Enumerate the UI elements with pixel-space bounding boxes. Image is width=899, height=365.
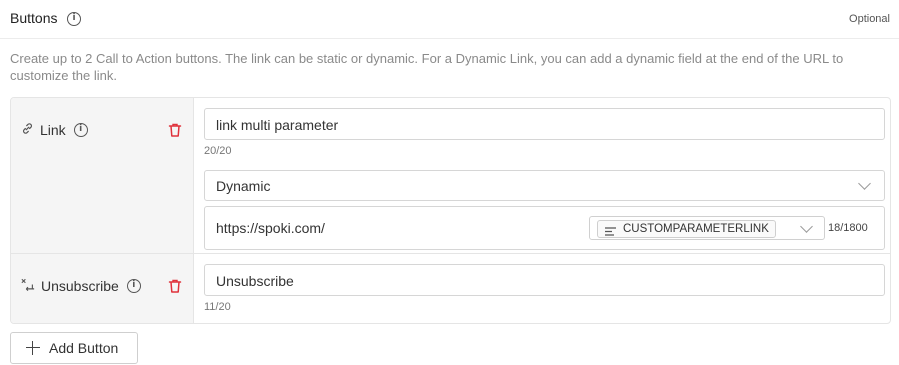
delete-button-icon[interactable] — [167, 278, 183, 294]
button-text-input[interactable]: link multi parameter — [204, 108, 885, 140]
info-icon[interactable]: i — [73, 123, 88, 137]
button-text-value: link multi parameter — [216, 117, 339, 133]
dynamic-field-chip: CUSTOMPARAMETERLINK — [597, 220, 776, 238]
button-text-input[interactable]: Unsubscribe — [204, 264, 885, 296]
button-type-label: Link — [40, 122, 66, 138]
text-lines-icon — [605, 225, 616, 236]
info-icon[interactable]: i — [67, 12, 81, 26]
buttons-list: Link i link multi parameter 20/20 Dynami… — [10, 97, 891, 324]
add-button-label: Add Button — [49, 340, 119, 356]
row-divider — [11, 253, 890, 254]
button-text-counter: 20/20 — [204, 145, 232, 157]
dynamic-field-select[interactable]: CUSTOMPARAMETERLINK — [589, 216, 825, 240]
add-button[interactable]: Add Button — [10, 332, 138, 364]
link-mode-value: Dynamic — [216, 178, 271, 194]
dynamic-field-name: CUSTOMPARAMETERLINK — [623, 223, 769, 235]
optional-label: Optional — [849, 13, 890, 25]
button-text-value: Unsubscribe — [216, 273, 294, 289]
chevron-down-icon — [800, 220, 813, 233]
chevron-down-icon — [858, 177, 871, 190]
section-title: Buttons — [10, 10, 58, 26]
button-text-counter: 11/20 — [204, 301, 231, 313]
unsubscribe-icon — [21, 278, 35, 294]
button-type-link: Link i — [21, 122, 88, 138]
url-value: https://spoki.com/ — [216, 220, 325, 236]
url-counter: 18/1800 — [828, 222, 868, 234]
buttons-section-header: Buttons i Optional — [0, 0, 899, 39]
plus-icon — [26, 341, 40, 355]
button-type-unsubscribe: Unsubscribe i — [21, 278, 141, 294]
url-input[interactable]: https://spoki.com/ CUSTOMPARAMETERLINK 1… — [204, 206, 885, 250]
section-description: Create up to 2 Call to Action buttons. T… — [10, 51, 844, 83]
info-icon[interactable]: i — [126, 279, 141, 293]
link-icon — [21, 122, 34, 138]
button-type-label: Unsubscribe — [41, 278, 119, 294]
delete-button-icon[interactable] — [167, 122, 183, 138]
link-mode-select[interactable]: Dynamic — [204, 170, 885, 201]
